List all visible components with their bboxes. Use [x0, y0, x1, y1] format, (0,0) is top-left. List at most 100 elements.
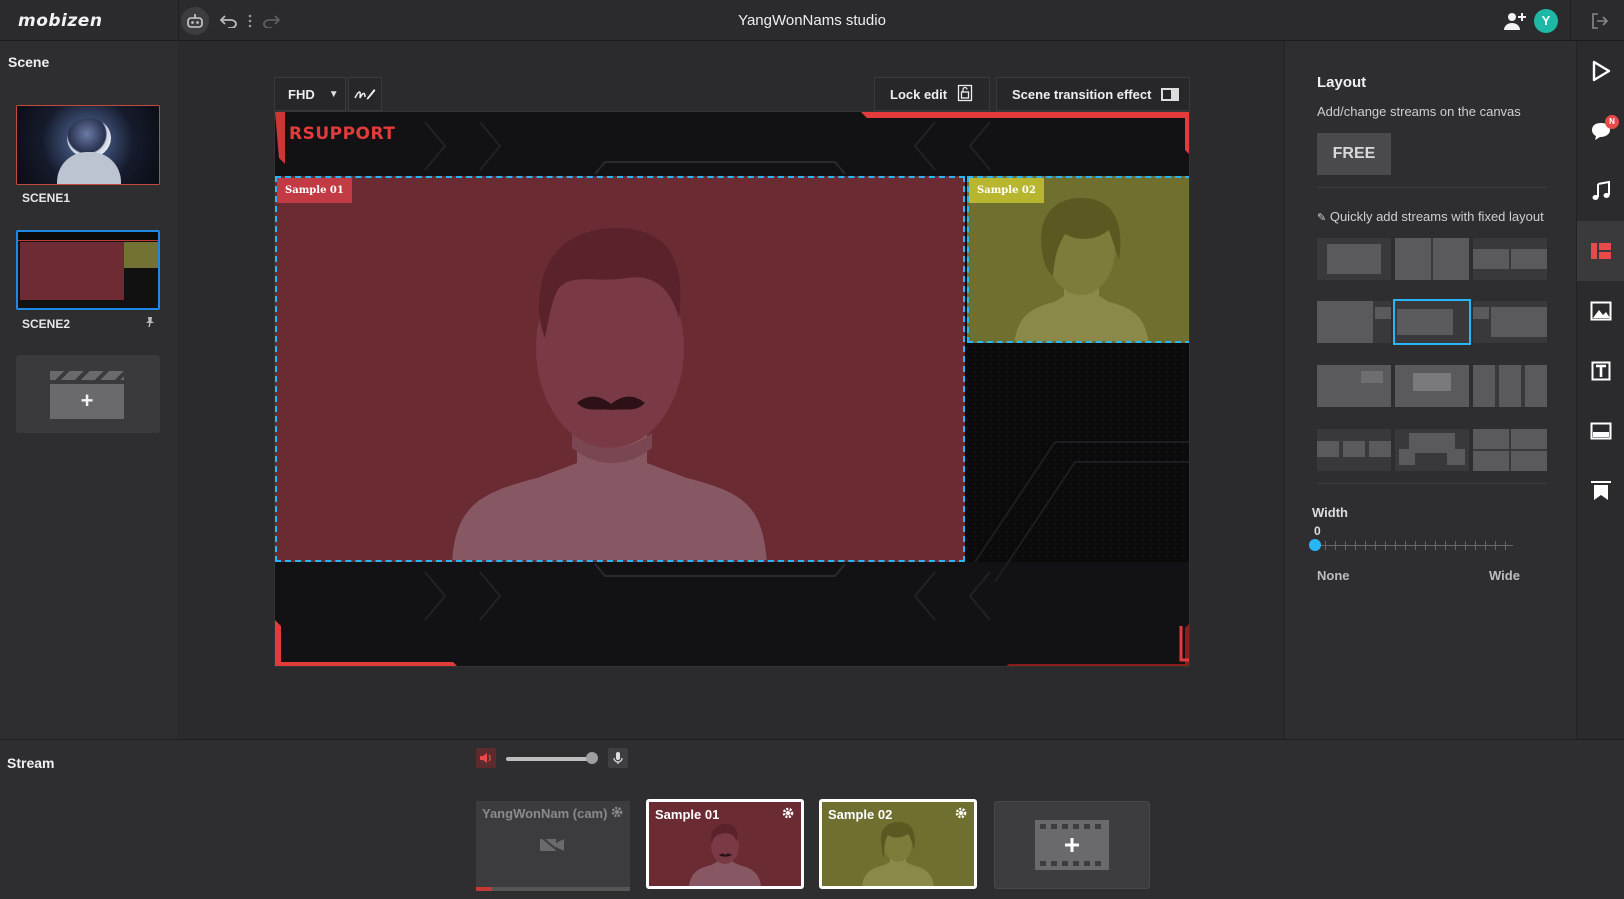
pin-icon[interactable] [144, 315, 156, 333]
stream-panel-title: Stream [7, 755, 55, 771]
free-layout-button[interactable]: FREE [1317, 133, 1391, 175]
draw-button[interactable] [348, 77, 382, 111]
speaker-icon[interactable] [476, 748, 496, 768]
scene-transition-toggle[interactable]: Scene transition effect [996, 77, 1190, 111]
stream-tag: Sample 01 [277, 178, 352, 203]
image-icon[interactable] [1577, 281, 1624, 341]
bookmark-icon[interactable] [1577, 461, 1624, 521]
volume-handle[interactable] [586, 752, 598, 764]
toggle-icon [1161, 87, 1180, 101]
layout-subtitle: Add/change streams on the canvas [1317, 104, 1521, 119]
divider [1317, 187, 1547, 188]
text-icon[interactable] [1577, 341, 1624, 401]
stream-sample-02[interactable]: Sample 02 [967, 176, 1189, 343]
unlock-icon [957, 84, 973, 105]
preview-canvas[interactable]: RSUPPORT Sample 01 Sample 02 [274, 111, 1190, 667]
layout-icon[interactable] [1577, 221, 1624, 281]
scene-thumbnail-1[interactable] [16, 105, 160, 185]
brand-logo: RSUPPORT [289, 124, 396, 144]
top-bar: mobizen YangWonNams studio Y [0, 0, 1624, 41]
user-avatar[interactable]: Y [1534, 9, 1558, 33]
microphone-icon[interactable] [608, 748, 628, 768]
divider [1570, 0, 1571, 41]
volume-track[interactable] [506, 757, 590, 761]
gear-icon[interactable] [610, 805, 624, 824]
width-slider[interactable] [1309, 537, 1513, 555]
tool-icon-strip: N [1576, 41, 1624, 739]
stream-panel: Stream YangWonNam (cam) Sample 01 Sample… [0, 739, 1624, 899]
layout-preset-single[interactable] [1317, 238, 1391, 280]
scene-panel-title: Scene [8, 54, 50, 70]
caret-down-icon: ▼ [328, 88, 339, 100]
layout-preset-main-inset[interactable] [1317, 365, 1391, 407]
caption-icon[interactable] [1577, 401, 1624, 461]
add-user-icon[interactable] [1500, 8, 1530, 34]
scene-panel: Scene SCENE1 SCENE2 + [0, 41, 178, 739]
undo-icon[interactable] [216, 8, 242, 34]
layout-preset-main-pip-left[interactable] [1473, 301, 1547, 343]
layout-panel: Layout Add/change streams on the canvas … [1284, 41, 1576, 739]
add-stream-button[interactable] [994, 801, 1150, 889]
redo-icon[interactable] [258, 8, 284, 34]
robot-icon[interactable] [181, 7, 209, 35]
music-icon[interactable] [1577, 161, 1624, 221]
width-min-label: None [1317, 568, 1350, 583]
astronaut-body [57, 152, 121, 184]
layout-preset-triple-row[interactable] [1317, 429, 1391, 471]
camera-off-icon [538, 835, 566, 860]
play-icon[interactable] [1577, 41, 1624, 101]
layout-preset-main-pip-right[interactable] [1317, 301, 1391, 343]
stream-card-sample-01[interactable]: Sample 01 [646, 799, 804, 889]
layout-preset-grid-4[interactable] [1473, 429, 1547, 471]
stream-card-title: Sample 01 [655, 807, 720, 822]
divider [1317, 483, 1547, 484]
pin-icon: ✎ [1317, 212, 1327, 224]
resolution-value: FHD [288, 86, 315, 102]
lock-edit-label: Lock edit [890, 86, 948, 102]
stream-tag: Sample 02 [969, 178, 1044, 203]
stream-card-cam[interactable]: YangWonNam (cam) [476, 801, 630, 891]
layout-preset-side-by-side[interactable] [1473, 238, 1547, 280]
canvas-toolbar: FHD ▼ Lock edit Scene transition effect [274, 77, 1190, 111]
scene-transition-label: Scene transition effect [1012, 86, 1152, 102]
gear-icon[interactable] [954, 806, 968, 825]
logout-icon[interactable] [1586, 8, 1614, 34]
scene2-stream-2 [124, 242, 158, 268]
clapperboard-icon: + [50, 371, 124, 419]
width-value: 0 [1314, 524, 1321, 538]
scene-label-1: SCENE1 [22, 191, 71, 205]
width-label: Width [1312, 505, 1348, 520]
resolution-select[interactable]: FHD ▼ [274, 77, 346, 111]
quick-layout-text: Quickly add streams with fixed layout [1329, 209, 1544, 224]
volume-controls [476, 748, 628, 768]
gear-icon[interactable] [781, 806, 795, 825]
layout-preset-center[interactable] [1393, 299, 1471, 345]
stream-sample-01[interactable]: Sample 01 [275, 176, 965, 562]
plus-icon: + [50, 384, 124, 419]
stream-card-title: YangWonNam (cam) [482, 806, 608, 821]
layout-title: Layout [1317, 74, 1367, 91]
stream-card-sample-02[interactable]: Sample 02 [819, 799, 977, 889]
quick-layout-label: ✎ Quickly add streams with fixed layout [1317, 209, 1544, 224]
scene2-stream-1 [20, 242, 124, 300]
add-scene-button[interactable]: + [16, 355, 160, 433]
clapper-stripes [50, 371, 124, 380]
lock-edit-button[interactable]: Lock edit [874, 77, 990, 111]
stream-card-title: Sample 02 [828, 807, 893, 822]
slider-handle[interactable] [1309, 539, 1321, 551]
slider-ticks [1315, 541, 1513, 550]
film-add-icon [1035, 820, 1109, 870]
width-max-label: Wide [1489, 568, 1520, 583]
layout-preset-split-2[interactable] [1395, 238, 1469, 280]
chat-icon[interactable]: N [1577, 101, 1624, 161]
pen-icon [354, 89, 376, 100]
mobizen-logo[interactable]: mobizen [18, 11, 102, 31]
layout-preset-triple-columns[interactable] [1473, 365, 1547, 407]
male-avatar-silhouette [452, 228, 767, 560]
scene-label-2: SCENE2 [22, 317, 71, 331]
scene-thumbnail-2[interactable] [16, 230, 160, 310]
layout-preset-centered-inset[interactable] [1395, 365, 1469, 407]
layout-preset-scattered[interactable] [1395, 429, 1469, 471]
chat-badge: N [1605, 115, 1619, 129]
more-vertical-icon[interactable] [243, 8, 257, 34]
